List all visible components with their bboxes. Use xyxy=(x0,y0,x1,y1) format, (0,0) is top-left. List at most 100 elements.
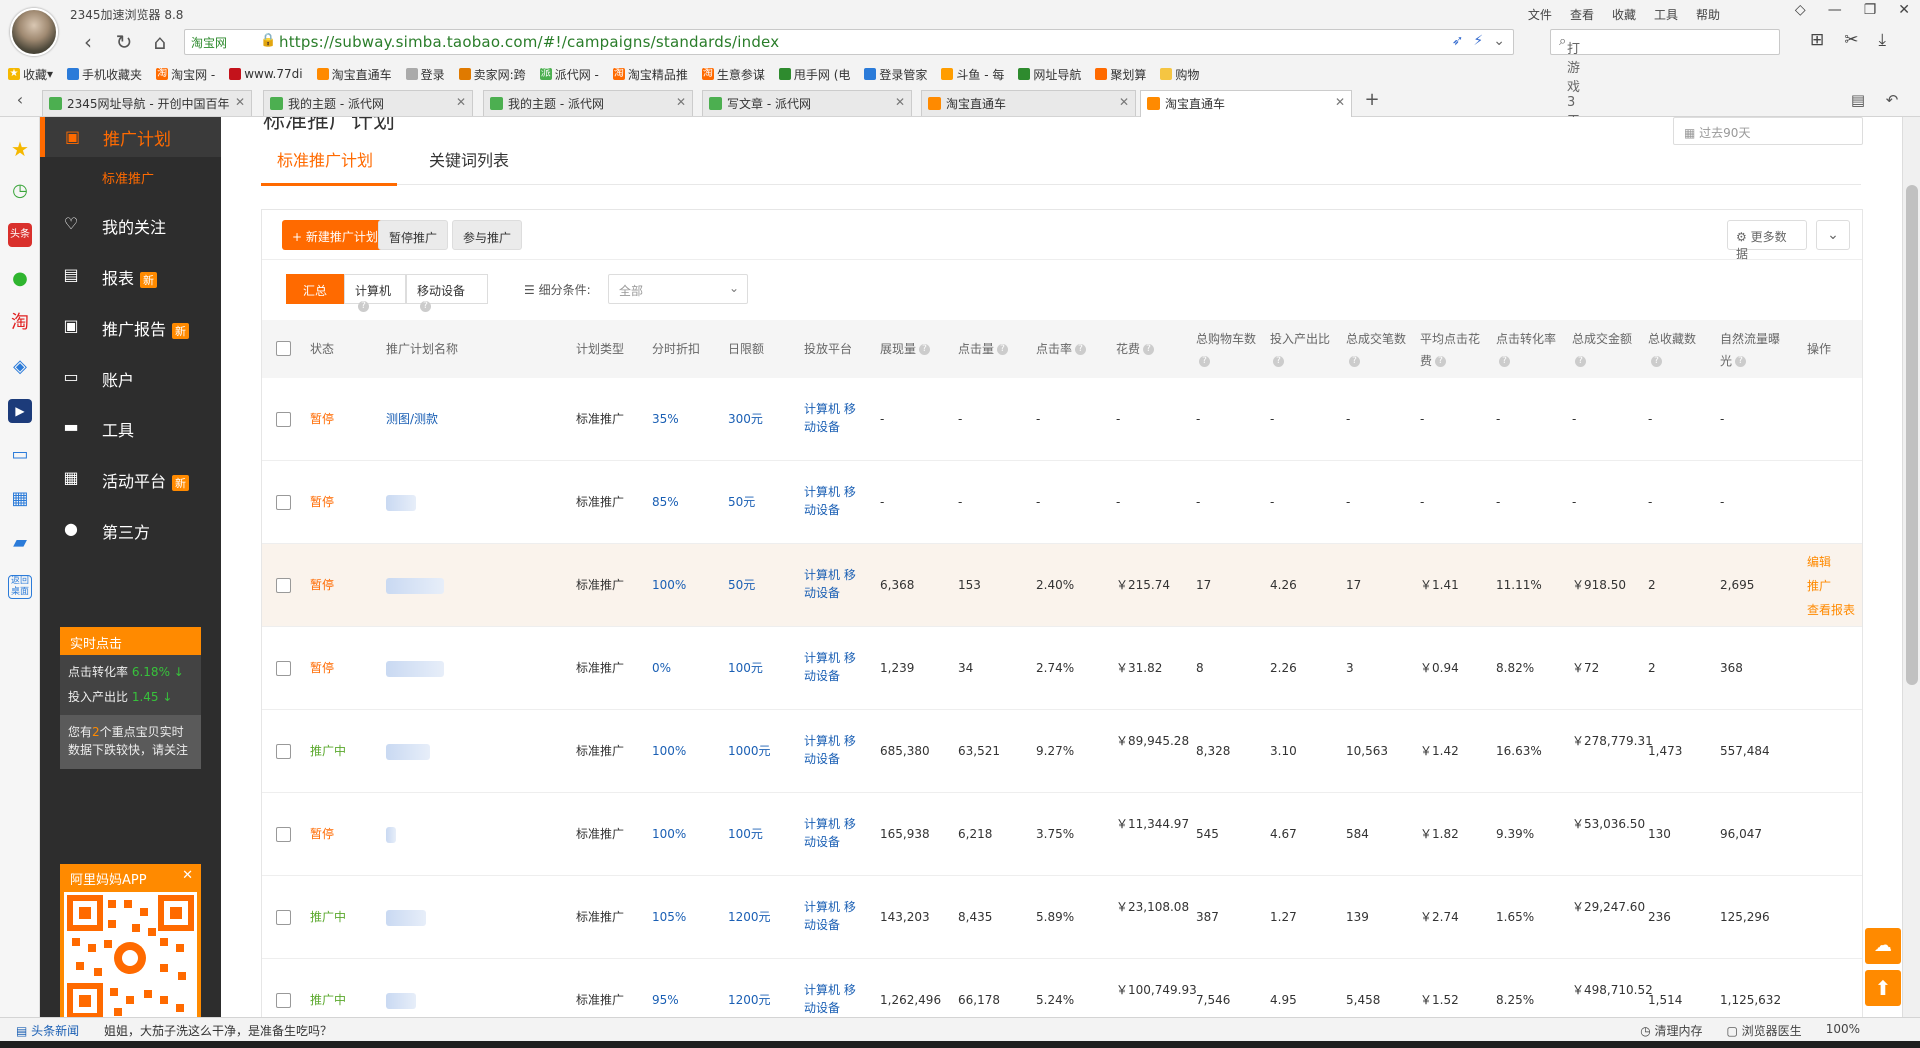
table-row[interactable]: 暂停 标准推广 100% 50元 计算机 移动设备 6,368 153 2.40% ￥215.7… xyxy=(262,544,1862,627)
tab-close-icon[interactable]: ✕ xyxy=(1335,95,1345,109)
tab-paidai-2[interactable]: 我的主题 - 派代网 ✕ xyxy=(483,90,693,116)
campaign-name-redacted[interactable] xyxy=(386,910,426,926)
computer-icon[interactable]: ▭ xyxy=(8,443,32,467)
apps-icon[interactable]: ⊞ xyxy=(1810,30,1824,50)
tab-ztc-1[interactable]: 淘宝直通车 ✕ xyxy=(921,90,1136,116)
status-badge[interactable]: 暂停 xyxy=(310,410,334,428)
daily-limit-link[interactable]: 300元 xyxy=(728,410,763,428)
close-icon[interactable]: ✕ xyxy=(182,868,193,883)
tab-ztc-active[interactable]: 淘宝直通车 ✕ xyxy=(1140,90,1352,117)
row-checkbox[interactable] xyxy=(276,412,291,427)
segment-mobile[interactable]: 移动设备? xyxy=(406,274,488,312)
time-discount-link[interactable]: 100% xyxy=(652,576,686,594)
time-discount-link[interactable]: 0% xyxy=(652,659,671,677)
th-limit[interactable]: 日限额 xyxy=(728,338,764,360)
bookmark-item[interactable]: 聚划算 xyxy=(1095,62,1146,86)
help-icon[interactable]: ? xyxy=(1499,356,1510,367)
daily-limit-link[interactable]: 1000元 xyxy=(728,742,771,760)
bookmark-item[interactable]: 淘宝直通车 xyxy=(316,62,392,86)
th-favorites[interactable]: 总收藏数? xyxy=(1648,328,1704,372)
daily-limit-link[interactable]: 1200元 xyxy=(728,908,771,926)
time-discount-link[interactable]: 35% xyxy=(652,410,679,428)
platform-link[interactable]: 计算机 移动设备 xyxy=(804,483,860,519)
bookmark-item[interactable]: 斗鱼 - 每 xyxy=(941,62,1004,86)
daily-limit-link[interactable]: 50元 xyxy=(728,576,755,594)
tab-close-icon[interactable]: ✕ xyxy=(235,95,245,109)
url-text[interactable]: https://subway.simba.taobao.com/#!/campa… xyxy=(279,33,779,51)
campaign-name-redacted[interactable] xyxy=(386,578,444,594)
download-icon[interactable]: ⤓ xyxy=(1879,30,1887,50)
refresh-icon[interactable]: ↻ xyxy=(112,30,136,54)
nav-item-campaigns[interactable]: ▣ 推广计划 xyxy=(40,117,221,157)
th-impressions[interactable]: 展现量? xyxy=(880,338,931,360)
th-cpc[interactable]: 平均点击花费? xyxy=(1420,328,1486,372)
bookmark-item[interactable]: 淘淘宝网 - xyxy=(156,62,215,86)
campaign-name-redacted[interactable] xyxy=(386,495,416,511)
th-orders[interactable]: 总成交笔数? xyxy=(1346,328,1410,372)
campaign-name-link[interactable]: 测图/测款 xyxy=(386,410,438,428)
tab-close-icon[interactable]: ✕ xyxy=(676,95,686,109)
search-input[interactable]: ⌕ 打游戏3天3夜 xyxy=(1559,34,1580,163)
row-checkbox[interactable] xyxy=(276,578,291,593)
back-icon[interactable]: ‹ xyxy=(76,30,100,54)
back-to-top-icon[interactable]: ⬆ xyxy=(1865,970,1901,1006)
th-platform[interactable]: 投放平台 xyxy=(804,338,852,360)
help-icon[interactable]: ? xyxy=(997,344,1009,355)
bookmark-item[interactable]: 甩手网 (电 xyxy=(778,62,850,86)
wechat-icon[interactable]: ● xyxy=(8,267,32,291)
more-data-button[interactable]: ⚙ 更多数据 xyxy=(1727,220,1807,261)
realtime-title[interactable]: 实时点击 xyxy=(60,627,201,655)
table-row[interactable]: 暂停 测图/测款 标准推广 35% 300元 计算机 移动设备 - - - - - - - - - - - - xyxy=(262,378,1862,461)
pause-campaign-button[interactable]: 暂停推广 xyxy=(378,220,449,250)
th-cart[interactable]: 总购物车数? xyxy=(1196,328,1260,372)
filter-select[interactable]: 全部 ⌄ xyxy=(608,274,748,304)
clean-memory-button[interactable]: ◷ 清理内存 xyxy=(1640,1022,1702,1039)
row-checkbox[interactable] xyxy=(276,744,291,759)
row-checkbox[interactable] xyxy=(276,495,291,510)
th-name[interactable]: 推广计划名称 xyxy=(386,338,458,360)
nav-item-promo-report[interactable]: ▣ 推广报告新 xyxy=(40,307,221,347)
segment-computer[interactable]: 计算机? xyxy=(344,274,406,312)
minimize-icon[interactable]: — xyxy=(1828,2,1842,18)
favorites-icon[interactable]: ★ xyxy=(8,137,32,161)
view-report-link[interactable]: 查看报表 xyxy=(1807,598,1855,622)
help-icon[interactable]: ? xyxy=(1199,356,1210,367)
campaign-name-redacted[interactable] xyxy=(386,661,444,677)
platform-link[interactable]: 计算机 移动设备 xyxy=(804,815,860,851)
status-badge[interactable]: 暂停 xyxy=(310,493,334,511)
site-identity[interactable]: 淘宝网 xyxy=(191,34,227,51)
platform-link[interactable]: 计算机 移动设备 xyxy=(804,732,860,768)
help-icon[interactable]: ? xyxy=(1075,344,1087,355)
nav-item-account[interactable]: ▭ 账户 xyxy=(40,358,221,398)
th-natural[interactable]: 自然流量曝光? xyxy=(1720,328,1786,372)
news-link[interactable]: ▤ 头条新闻 xyxy=(16,1022,79,1039)
status-badge[interactable]: 推广中 xyxy=(310,991,346,1009)
address-bar[interactable]: 淘宝网 🔒 https://subway.simba.taobao.com/#!… xyxy=(184,29,1514,55)
news-headline[interactable]: 姐姐，大茄子洗这么干净，是准备生吃吗？ xyxy=(104,1022,332,1039)
help-icon[interactable]: ? xyxy=(420,301,431,312)
search-box[interactable]: ⌕ 打游戏3天3夜 xyxy=(1550,29,1780,163)
status-badge[interactable]: 暂停 xyxy=(310,659,334,677)
th-roi[interactable]: 投入产出比? xyxy=(1270,328,1334,372)
news-icon[interactable]: 头条 xyxy=(8,223,32,247)
daily-limit-link[interactable]: 1200元 xyxy=(728,991,771,1009)
nav-item-report[interactable]: ▤ 报表新 xyxy=(40,256,221,296)
realtime-alert[interactable]: 您有2个重点宝贝实时数据下跌较快，请关注 xyxy=(60,715,201,769)
th-status[interactable]: 状态 xyxy=(310,338,334,360)
th-gmv[interactable]: 总成交金额? xyxy=(1572,328,1636,372)
menu-file[interactable]: 文件 xyxy=(1528,6,1552,23)
chat-icon[interactable]: ☁ xyxy=(1865,928,1901,964)
time-discount-link[interactable]: 105% xyxy=(652,908,686,926)
bookmark-item[interactable]: 登录管家 xyxy=(864,62,927,86)
tab-keyword-list[interactable]: 关键词列表 xyxy=(429,147,509,171)
calculator-icon[interactable]: ▦ xyxy=(8,487,32,511)
nav-item-activity[interactable]: ▦ 活动平台新 xyxy=(40,459,221,499)
th-type[interactable]: 计划类型 xyxy=(576,338,624,360)
tab-paidai-1[interactable]: 我的主题 - 派代网 ✕ xyxy=(263,90,473,116)
video-icon[interactable]: ▶ xyxy=(8,399,32,423)
help-icon[interactable]: ? xyxy=(1143,344,1155,355)
menu-tools[interactable]: 工具 xyxy=(1654,6,1678,23)
campaign-name-redacted[interactable] xyxy=(386,827,396,843)
th-clicks[interactable]: 点击量? xyxy=(958,338,1009,360)
undo-close-icon[interactable]: ↶ xyxy=(1880,88,1904,112)
